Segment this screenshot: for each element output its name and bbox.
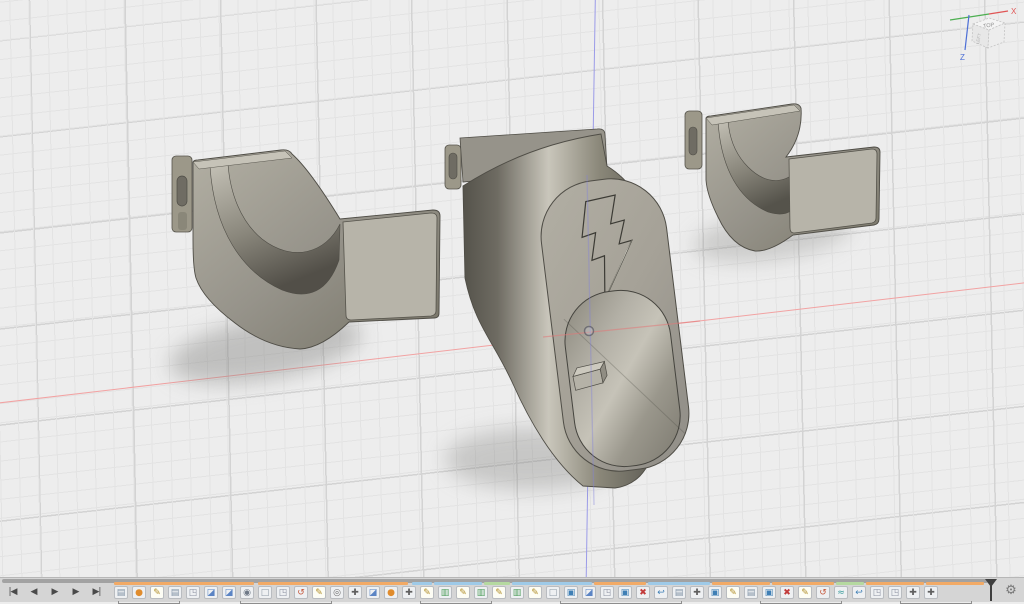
timeline-feature-extrude-icon[interactable]: ▤ [114,586,128,599]
timeline-feature-form-icon[interactable]: ≈ [834,586,848,599]
playhead-flag [985,579,997,587]
timeline-group-bar [114,582,254,585]
timeline-feature-combine-icon[interactable]: ▣ [564,586,578,599]
right-hook-front-lip [789,149,877,233]
timeline-feature-shell-icon[interactable]: □ [258,586,272,599]
timeline-group-bar [866,582,924,585]
timeline-settings-button[interactable]: ⚙ [1002,582,1020,600]
timeline-feature-shell-icon[interactable]: □ [546,586,560,599]
timeline-bar: |◀◀▶▶▶| ▤●✎▤◳◪◪◉□◳↺✎◎✚◪●✚✎▥✎▥✎▥✎□▣◪◳▣✖↩▤… [0,577,1024,602]
timeline-group-bar [512,582,592,585]
timeline-feature-combine-icon[interactable]: ▣ [708,586,722,599]
timeline-feature-sketch-icon[interactable]: ✎ [726,586,740,599]
view-cube[interactable]: X Z TOP LEFT [948,2,1020,66]
timeline-feature-pattern-icon[interactable]: ▥ [510,586,524,599]
viewcube-z-axis-label: Z [960,53,965,62]
timeline-feature-reverse-icon[interactable]: ↩ [852,586,866,599]
timeline-feature-surface-icon[interactable]: ◳ [186,586,200,599]
timeline-feature-fillet-icon[interactable]: ◪ [366,586,380,599]
right-hook-keyhole-slot [689,127,697,155]
timeline-feature-sketch-icon[interactable]: ✎ [798,586,812,599]
timeline-group-bar [412,582,432,585]
timeline-feature-fillet-icon[interactable]: ◪ [222,586,236,599]
timeline-feature-surface-icon[interactable]: ◳ [276,586,290,599]
viewcube-y-axis-line [950,14,989,20]
timeline-group-bar [258,582,408,585]
timeline-feature-appearance-icon[interactable]: ● [132,586,146,599]
timeline-feature-appearance-icon[interactable]: ● [384,586,398,599]
timeline-feature-hole-icon[interactable]: ◎ [330,586,344,599]
timeline-feature-surface-icon[interactable]: ◳ [888,586,902,599]
timeline-feature-sketch-icon[interactable]: ✎ [420,586,434,599]
timeline-feature-delete-icon[interactable]: ✖ [780,586,794,599]
viewcube-x-axis-label: X [1011,7,1017,16]
playback-step-forward-button[interactable]: ▶ [67,584,84,600]
timeline-feature-sketch-icon[interactable]: ✎ [150,586,164,599]
viewcube-x-axis-line [989,11,1008,14]
left-hook-front-lip [343,213,437,320]
timeline-feature-combine-icon[interactable]: ▣ [762,586,776,599]
timeline-track[interactable]: ▤ ● ✎ ▤ ◳ ◪ ◪ ◉ □ ◳ ↺ ✎ ◎ ✚ ◪ ● ✚ ✎ ▥ ✎ ▥ ✎ ▥ ✎ □ ▣ ◪ ◳ ▣ ✖ ↩ ▤ ✚ ▣ ✎ ▤ ▣ ✖ ✎ ↺… [112,582,984,602]
timeline-group-bar [712,582,770,585]
timeline-feature-delete-icon[interactable]: ✖ [636,586,650,599]
body-left-hook[interactable] [150,120,460,370]
timeline-feature-move-icon[interactable]: ✚ [906,586,920,599]
timeline-group-bar [484,582,510,585]
body-center-holder[interactable] [435,120,705,518]
timeline-feature-sketch-icon[interactable]: ✎ [528,586,542,599]
timeline-feature-pattern-icon[interactable]: ▥ [438,586,452,599]
timeline-feature-combine-icon[interactable]: ▣ [618,586,632,599]
playback-go-to-start-button[interactable]: |◀ [4,584,21,600]
timeline-group-bar [836,582,864,585]
timeline-feature-extrude-icon[interactable]: ▤ [672,586,686,599]
left-hook-keyhole-slot [177,176,187,206]
playback-go-to-end-button[interactable]: ▶| [88,584,105,600]
model-viewport[interactable]: X Z TOP LEFT [0,0,1024,577]
timeline-feature-move-icon[interactable]: ✚ [348,586,362,599]
timeline-group-bar [648,582,710,585]
timeline-feature-surface-icon[interactable]: ◳ [600,586,614,599]
playback-step-back-button[interactable]: ◀ [25,584,42,600]
timeline-playback-controls: |◀◀▶▶▶| [4,584,105,600]
timeline-feature-sketch-icon[interactable]: ✎ [492,586,506,599]
timeline-group-bar [434,582,482,585]
timeline-feature-fillet-icon[interactable]: ◪ [582,586,596,599]
timeline-group-bar [772,582,834,585]
timeline-feature-move-icon[interactable]: ✚ [690,586,704,599]
timeline-feature-sketch-icon[interactable]: ✎ [456,586,470,599]
timeline-feature-surface-icon[interactable]: ◳ [870,586,884,599]
timeline-feature-pattern-icon[interactable]: ▥ [474,586,488,599]
left-hook-slot-notch [178,212,187,230]
timeline-group-bar [594,582,646,585]
timeline-playhead[interactable] [985,579,997,602]
timeline-group-bar [926,582,984,585]
timeline-feature-sketch-icon[interactable]: ✎ [312,586,326,599]
playback-play-button[interactable]: ▶ [46,584,63,600]
timeline-feature-sweep-icon[interactable]: ↺ [816,586,830,599]
timeline-feature-move-icon[interactable]: ✚ [924,586,938,599]
timeline-feature-move-icon[interactable]: ✚ [402,586,416,599]
timeline-feature-sweep-icon[interactable]: ↺ [294,586,308,599]
body-right-hook[interactable] [670,85,905,270]
center-holder-keyhole-slot [449,153,457,179]
viewcube-z-axis-line [965,15,969,50]
timeline-feature-reverse-icon[interactable]: ↩ [654,586,668,599]
timeline-feature-joint-icon[interactable]: ◉ [240,586,254,599]
timeline-feature-extrude-icon[interactable]: ▤ [744,586,758,599]
timeline-feature-fillet-icon[interactable]: ◪ [204,586,218,599]
timeline-features: ▤ ● ✎ ▤ ◳ ◪ ◪ ◉ □ ◳ ↺ ✎ ◎ ✚ ◪ ● ✚ ✎ ▥ ✎ ▥ ✎ ▥ ✎ □ ▣ ◪ ◳ ▣ ✖ ↩ ▤ ✚ ▣ ✎ ▤ ▣ ✖ ✎ ↺… [114,586,938,599]
timeline-feature-extrude-icon[interactable]: ▤ [168,586,182,599]
